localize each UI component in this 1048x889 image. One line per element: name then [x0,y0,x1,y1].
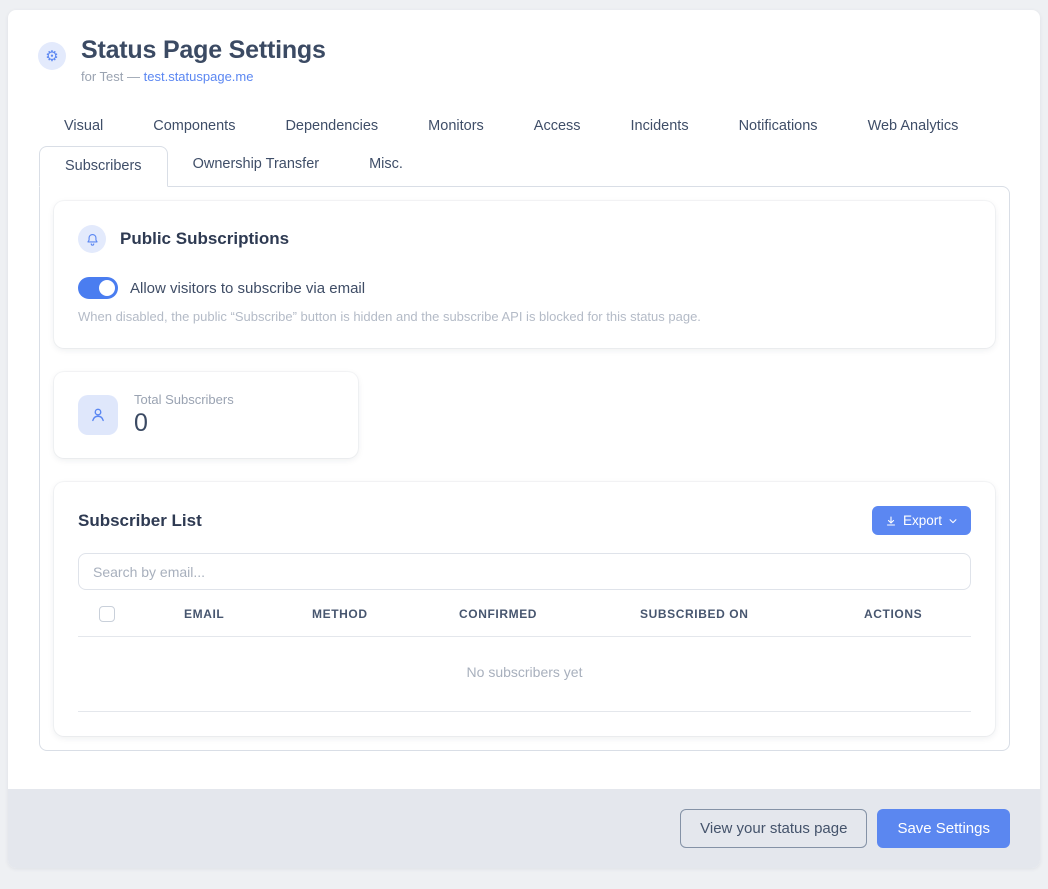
subtitle-prefix: for Test — [81,69,144,84]
subscribers-tab-panel: Public Subscriptions Allow visitors to s… [39,186,1010,751]
total-subscribers-card: Total Subscribers 0 [54,372,358,458]
total-subscribers-value: 0 [134,409,234,438]
page-title: Status Page Settings [81,36,326,65]
bell-icon [78,225,106,253]
select-all-checkbox[interactable] [99,606,115,622]
export-button[interactable]: Export [872,506,971,535]
view-status-page-button[interactable]: View your status page [680,809,867,848]
status-page-link[interactable]: test.statuspage.me [144,69,254,84]
subscriber-table-header: EMAIL METHOD CONFIRMED SUBSCRIBED ON ACT… [78,606,971,637]
tab-monitors[interactable]: Monitors [403,108,509,144]
tab-misc[interactable]: Misc. [344,146,428,186]
settings-window: ⚙ Status Page Settings for Test — test.s… [8,10,1040,868]
subscribe-toggle-label: Allow visitors to subscribe via email [130,280,365,297]
column-confirmed: CONFIRMED [459,607,640,621]
footer-action-bar: View your status page Save Settings [8,789,1040,868]
tab-row-1: Visual Components Dependencies Monitors … [39,108,1010,144]
tab-web-analytics[interactable]: Web Analytics [843,108,984,144]
chevron-down-icon [948,516,958,526]
subscribe-helper-text: When disabled, the public “Subscribe” bu… [78,309,971,324]
save-settings-button[interactable]: Save Settings [877,809,1010,848]
tab-access[interactable]: Access [509,108,606,144]
public-subscriptions-card: Public Subscriptions Allow visitors to s… [54,201,995,348]
page-header: ⚙ Status Page Settings for Test — test.s… [8,10,1040,84]
column-actions: ACTIONS [864,607,971,621]
subscribe-toggle[interactable] [78,277,118,299]
column-method: METHOD [312,607,459,621]
tab-notifications[interactable]: Notifications [714,108,843,144]
subscriber-list-card: Subscriber List Export [54,482,995,736]
public-subscriptions-title: Public Subscriptions [120,229,289,249]
person-icon [78,395,118,435]
empty-state-text: No subscribers yet [78,637,971,712]
search-input[interactable] [78,553,971,590]
subscriber-list-title: Subscriber List [78,511,202,531]
column-subscribed-on: SUBSCRIBED ON [640,607,864,621]
gear-icon: ⚙ [38,42,66,70]
total-subscribers-label: Total Subscribers [134,392,234,407]
tab-dependencies[interactable]: Dependencies [260,108,403,144]
column-email: EMAIL [184,607,312,621]
tab-visual[interactable]: Visual [39,108,128,144]
export-button-label: Export [903,513,942,528]
tab-subscribers[interactable]: Subscribers [39,146,168,187]
tabs: Visual Components Dependencies Monitors … [39,108,1010,186]
tab-row-2: Subscribers Ownership Transfer Misc. [39,146,1010,186]
page-heading-group: Status Page Settings for Test — test.sta… [81,36,326,84]
download-icon [885,515,897,527]
tab-incidents[interactable]: Incidents [606,108,714,144]
tab-ownership-transfer[interactable]: Ownership Transfer [168,146,345,186]
page-subtitle: for Test — test.statuspage.me [81,69,326,84]
tab-components[interactable]: Components [128,108,260,144]
